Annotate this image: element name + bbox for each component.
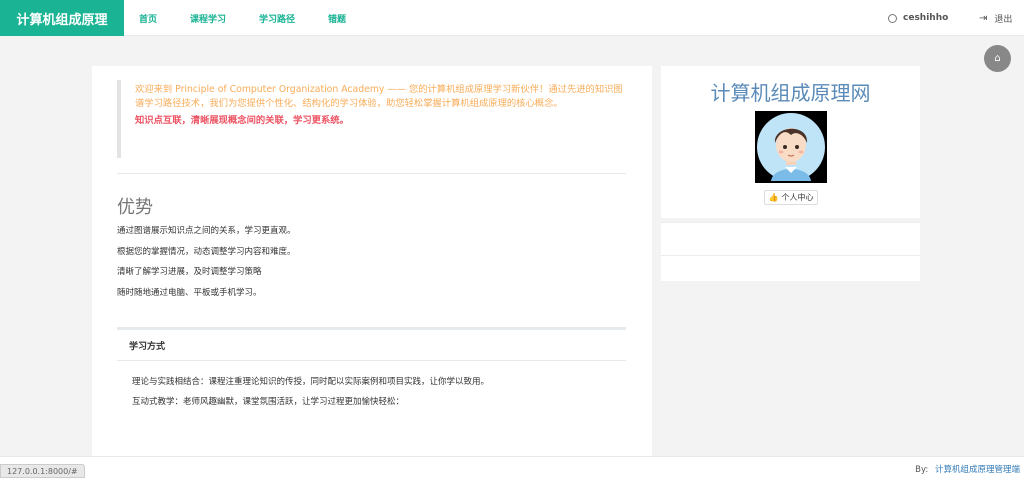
brand-logo[interactable]: 计算机组成原理	[0, 0, 124, 36]
logout-button[interactable]: ⇥ 退出	[979, 0, 1012, 36]
list-item: 随时随地通过电脑、平板或手机学习。	[117, 287, 262, 298]
site-title: 计算机组成原理网	[710, 81, 871, 105]
user-menu[interactable]: ceshihho	[888, 0, 948, 36]
list-item: 根据您的掌握情况，动态调整学习内容和难度。	[117, 246, 296, 257]
user-circle-icon	[888, 13, 897, 23]
list-item: 清晰了解学习进展，及时调整学习策略	[117, 267, 262, 277]
footer-credit: By: 计算机组成原理管理端	[915, 463, 1020, 475]
divider	[117, 173, 626, 174]
sign-out-icon: ⇥	[979, 12, 988, 24]
learning-ways-panel: 学习方式 理论与实践相结合：课程注重理论知识的传授，同时配以实际案例和项目实践，…	[117, 327, 626, 412]
divider	[661, 255, 920, 256]
nav-item-mistakes[interactable]: 错题	[328, 12, 346, 25]
main-content-card: 欢迎来到 Principle of Computer Organization …	[92, 66, 652, 458]
footer: By: 计算机组成原理管理端	[0, 456, 1024, 478]
profile-card: 计算机组成原理网 👍 个人中心	[661, 66, 920, 218]
top-navbar: 计算机组成原理 首页 课程学习 学习路径 错题 ceshihho ⇥ 退出	[0, 0, 1024, 36]
welcome-blockquote: 欢迎来到 Principle of Computer Organization …	[117, 80, 623, 158]
profile-button-label: 个人中心	[781, 193, 814, 202]
side-empty-panel	[661, 222, 920, 281]
nav-item-home[interactable]: 首页	[139, 12, 157, 25]
advantages-list: 通过图谱展示知识点之间的关系，学习更直观。 根据您的掌握情况，动态调整学习内容和…	[117, 221, 296, 303]
logout-label: 退出	[994, 14, 1013, 25]
thumbs-up-icon: 👍	[768, 193, 779, 202]
admin-link[interactable]: 计算机组成原理管理端	[935, 465, 1020, 475]
welcome-highlight: 知识点互联，清晰展现概念间的关联，学习更系统。	[135, 115, 349, 126]
profile-button[interactable]: 👍 个人中心	[764, 190, 818, 205]
home-icon: ⌂	[994, 53, 1001, 64]
list-item: 通过图谱展示知识点之间的关系，学习更直观。	[117, 226, 296, 236]
list-item: 互动式教学：老师风趣幽默，课堂氛围活跃，让学习过程更加愉快轻松：	[132, 397, 405, 407]
learning-ways-title: 学习方式	[117, 330, 626, 361]
main-nav: 首页 课程学习 学习路径 错题	[124, 0, 364, 36]
nav-item-path[interactable]: 学习路径	[259, 12, 295, 25]
learning-ways-body: 理论与实践相结合：课程注重理论知识的传授，同时配以实际案例和项目实践，让你学以致…	[117, 361, 626, 412]
list-item: 理论与实践相结合：课程注重理论知识的传授，同时配以实际案例和项目实践，让你学以致…	[132, 377, 490, 387]
nav-item-course[interactable]: 课程学习	[190, 12, 226, 25]
home-button[interactable]: ⌂	[984, 45, 1011, 72]
welcome-intro: 欢迎来到 Principle of Computer Organization …	[135, 84, 623, 109]
advantages-title: 优势	[117, 197, 153, 218]
username: ceshihho	[903, 13, 949, 23]
avatar	[755, 111, 827, 183]
footer-by-label: By:	[915, 465, 929, 475]
status-url: 127.0.0.1:8000/#	[0, 464, 85, 478]
